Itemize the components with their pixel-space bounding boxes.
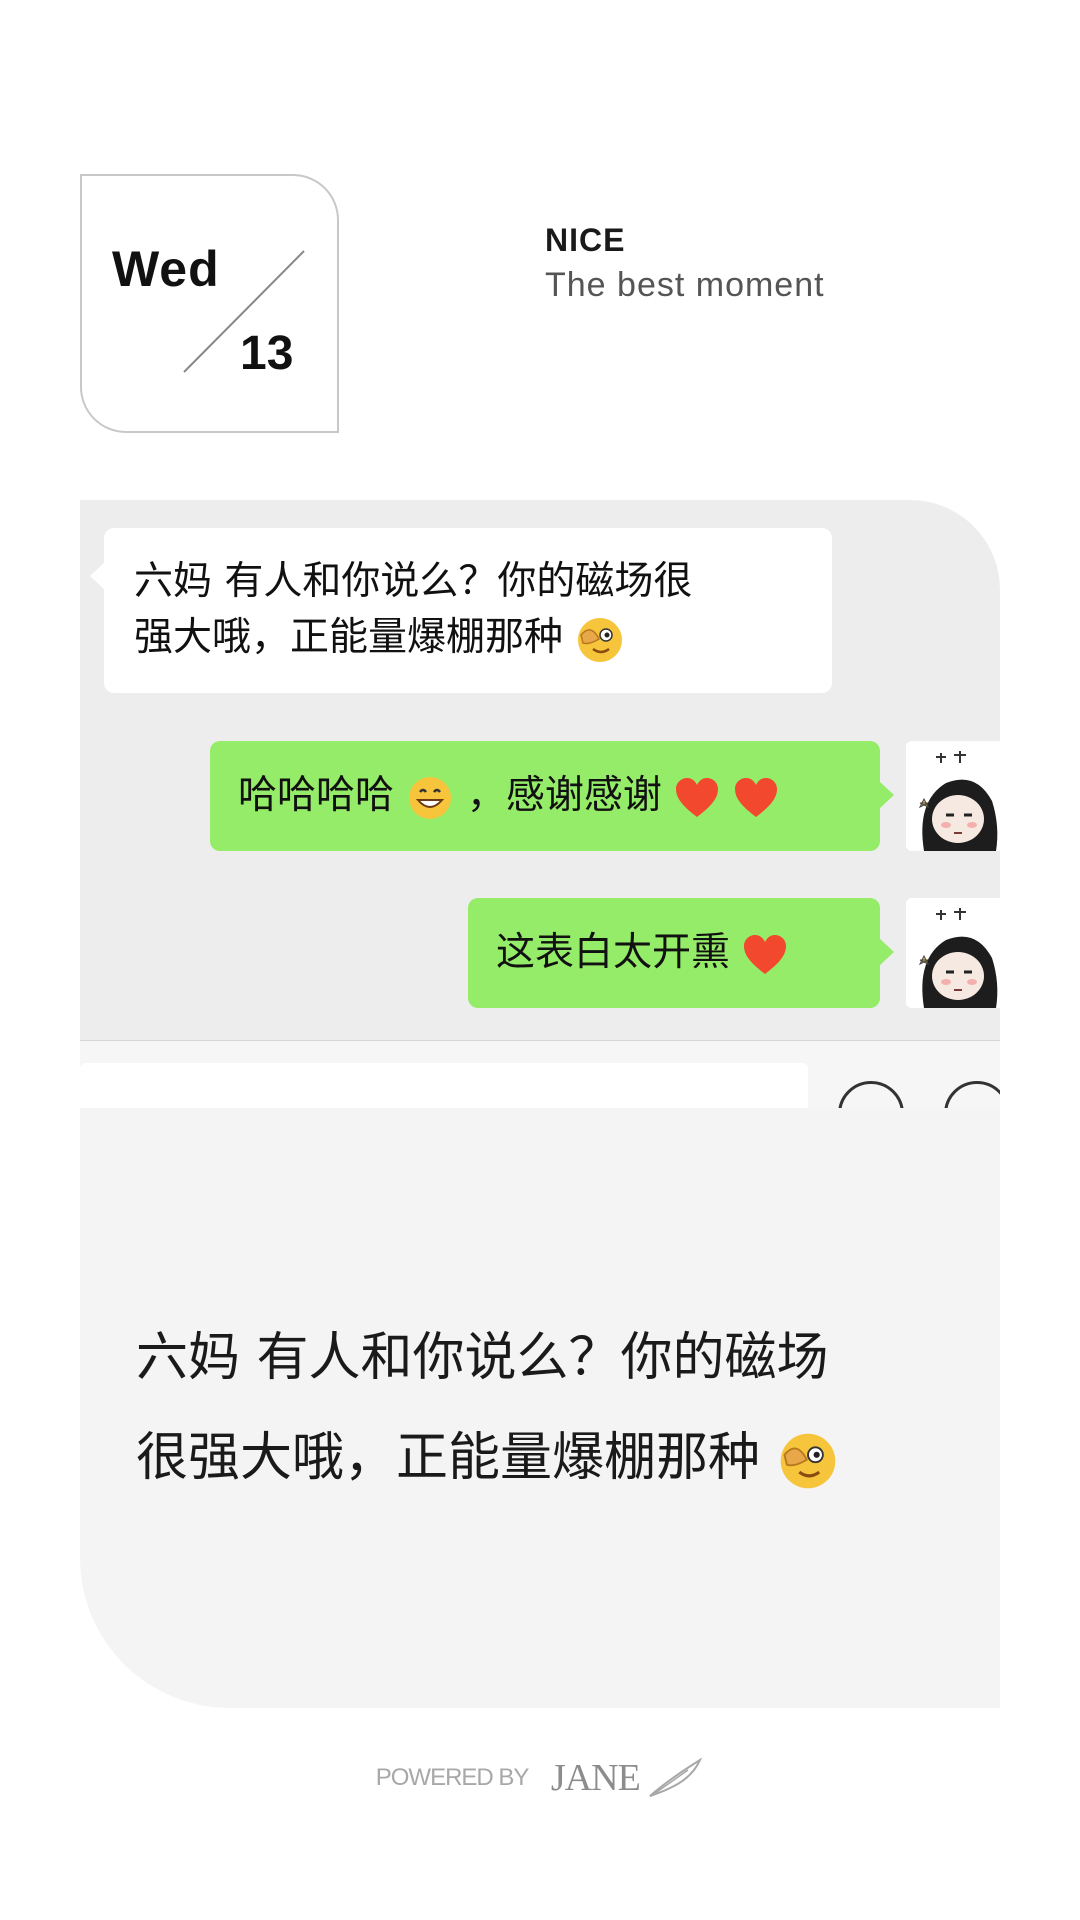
incoming-message-bubble[interactable]: 六妈 有人和你说么？你的磁场很 强大哦，正能量爆棚那种 xyxy=(90,528,832,693)
footer-powered-by: POWERED BY xyxy=(375,1764,530,1791)
message-text: 强大哦，正能量爆棚那种 xyxy=(134,615,564,660)
chat-input-bar xyxy=(80,1040,1000,1110)
date-divider-slash xyxy=(183,250,305,373)
date-day: Wed xyxy=(112,241,220,297)
footer: POWERED BY JANE xyxy=(0,1756,1080,1800)
chat-screenshot: 六妈 有人和你说么？你的磁场很 强大哦，正能量爆棚那种 哈哈哈哈 ，感谢感谢 这… xyxy=(80,500,1000,1110)
date-number: 13 xyxy=(240,327,294,380)
face-covering-eye-icon xyxy=(578,617,623,662)
emoji-button[interactable] xyxy=(838,1081,904,1110)
date-box: Wed 13 xyxy=(80,174,339,433)
red-heart-icon xyxy=(734,777,777,817)
avatar[interactable] xyxy=(906,741,1000,851)
message-text: ，感谢感谢 xyxy=(466,773,662,818)
quote-line: 很强大哦，正能量爆棚那种 xyxy=(136,1408,956,1508)
avatar-illustration xyxy=(906,898,1000,1008)
header-subtitle: The best moment xyxy=(545,266,825,304)
message-text: 这表白太开熏 xyxy=(496,930,731,975)
message-text-line: 强大哦，正能量爆棚那种 xyxy=(134,610,802,666)
red-heart-icon xyxy=(676,777,719,817)
outgoing-message-bubble[interactable]: 哈哈哈哈 ，感谢感谢 xyxy=(210,741,894,851)
red-heart-icon xyxy=(744,934,787,974)
message-text-line: 六妈 有人和你说么？你的磁场很 xyxy=(134,559,693,604)
grinning-face-icon xyxy=(409,776,452,819)
avatar-illustration xyxy=(906,741,1000,851)
quote-text-part: 很强大哦，正能量爆棚那种 xyxy=(136,1428,761,1488)
feather-icon xyxy=(649,1758,703,1797)
more-button[interactable] xyxy=(944,1081,1000,1110)
quote-line: 六妈 有人和你说么？你的磁场 xyxy=(136,1328,829,1388)
quote-block: 六妈 有人和你说么？你的磁场 很强大哦，正能量爆棚那种 xyxy=(80,1108,1000,1708)
message-text: 哈哈哈哈 xyxy=(238,773,395,818)
message-input[interactable] xyxy=(80,1063,808,1110)
footer-brand: JANE xyxy=(550,1757,641,1799)
face-covering-eye-icon xyxy=(780,1433,835,1489)
outgoing-message-bubble[interactable]: 这表白太开熏 xyxy=(468,898,894,1008)
header-title: NICE xyxy=(545,222,626,258)
quote-text: 六妈 有人和你说么？你的磁场 很强大哦，正能量爆棚那种 xyxy=(136,1308,956,1508)
avatar[interactable] xyxy=(906,898,1000,1008)
